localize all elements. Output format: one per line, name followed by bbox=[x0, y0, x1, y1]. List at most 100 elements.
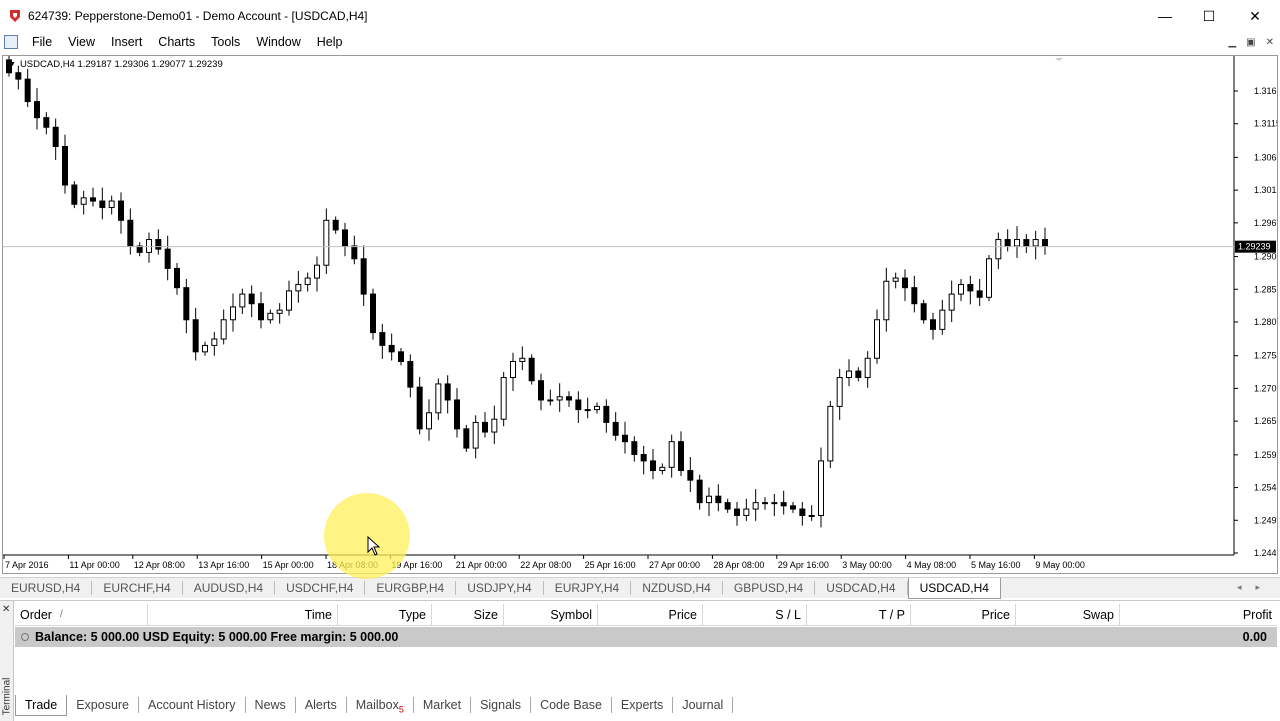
candle-body bbox=[62, 146, 68, 186]
tab-code-base[interactable]: Code Base bbox=[531, 697, 612, 713]
close-button[interactable]: ✕ bbox=[1232, 0, 1278, 32]
tab-usdcad-active[interactable]: USDCAD,H4 bbox=[907, 577, 1001, 599]
candle-body bbox=[1004, 239, 1011, 247]
col-type[interactable]: Type bbox=[338, 604, 432, 626]
chart-quote: USDCAD,H4 1.29187 1.29306 1.29077 1.2923… bbox=[19, 59, 223, 70]
maximize-button[interactable]: ☐ bbox=[1186, 0, 1232, 32]
candle-body bbox=[762, 502, 768, 505]
tab-account-history[interactable]: Account History bbox=[139, 697, 246, 713]
candle-body bbox=[108, 200, 115, 208]
candle-body bbox=[388, 344, 395, 353]
candle-body bbox=[248, 293, 255, 305]
candle-body bbox=[827, 405, 834, 462]
scroll-right-icon[interactable]: ▸ bbox=[1255, 582, 1260, 593]
candle-body bbox=[528, 357, 535, 382]
candle-body bbox=[323, 219, 330, 266]
menu-window[interactable]: Window bbox=[248, 32, 308, 52]
col-symbol[interactable]: Symbol bbox=[504, 604, 598, 626]
candle-body bbox=[435, 383, 442, 414]
sort-icon[interactable]: / bbox=[55, 604, 148, 626]
tab-trade[interactable]: Trade bbox=[15, 695, 68, 716]
col-current-price[interactable]: Price bbox=[911, 604, 1016, 626]
candle-body bbox=[202, 344, 208, 353]
price-label: 1.30630 bbox=[1254, 152, 1277, 162]
candle-body bbox=[174, 267, 180, 289]
candle-body bbox=[780, 502, 787, 507]
candle-body bbox=[538, 380, 544, 401]
time-label: 3 May 00:00 bbox=[842, 560, 892, 570]
tab-nzdusd[interactable]: NZDUSD,H4 bbox=[631, 581, 723, 595]
tab-news[interactable]: News bbox=[246, 697, 296, 713]
col-price[interactable]: Price bbox=[598, 604, 703, 626]
col-swap[interactable]: Swap bbox=[1016, 604, 1120, 626]
chart-window[interactable]: 1.31665 1.31155 1.30630 1.30120 1.29610 1.290… bbox=[2, 55, 1278, 574]
tab-eurjpy[interactable]: EURJPY,H4 bbox=[544, 581, 632, 595]
tab-signals[interactable]: Signals bbox=[471, 697, 532, 713]
price-label: 1.30120 bbox=[1254, 185, 1277, 195]
menu-insert[interactable]: Insert bbox=[103, 32, 150, 52]
col-size[interactable]: Size bbox=[432, 604, 504, 626]
price-label: 1.29610 bbox=[1254, 218, 1277, 228]
balance-profit: 0.00 bbox=[1242, 630, 1267, 644]
col-order[interactable]: Order bbox=[15, 604, 55, 626]
tab-scroll: ◂ ▸ bbox=[1237, 582, 1260, 593]
col-time[interactable]: Time bbox=[148, 604, 338, 626]
tab-gbpusd[interactable]: GBPUSD,H4 bbox=[723, 581, 816, 595]
mdi-minimize-button[interactable]: ▁ bbox=[1228, 37, 1236, 48]
mdi-restore-button[interactable]: ▣ bbox=[1246, 37, 1255, 48]
tab-usdchf[interactable]: USDCHF,H4 bbox=[275, 581, 366, 595]
tab-usdjpy[interactable]: USDJPY,H4 bbox=[456, 581, 544, 595]
candle-body bbox=[612, 421, 619, 436]
candle-body bbox=[220, 319, 227, 340]
time-label: 13 Apr 16:00 bbox=[198, 560, 249, 570]
candle-body bbox=[342, 229, 348, 247]
document-icon[interactable] bbox=[4, 35, 18, 49]
tab-eurusd[interactable]: EURUSD,H4 bbox=[0, 581, 93, 595]
tab-audusd[interactable]: AUDUSD,H4 bbox=[183, 581, 276, 595]
price-label: 1.27030 bbox=[1254, 383, 1277, 393]
tab-usdcad[interactable]: USDCAD,H4 bbox=[815, 581, 908, 595]
candle-body bbox=[995, 239, 1002, 260]
candle-body bbox=[155, 239, 162, 250]
menu-tools[interactable]: Tools bbox=[203, 32, 248, 52]
candle-body bbox=[80, 197, 87, 205]
menu-charts[interactable]: Charts bbox=[150, 32, 203, 52]
title-bar: 624739: Pepperstone-Demo01 - Demo Accoun… bbox=[0, 0, 1280, 32]
tab-eurgbp[interactable]: EURGBP,H4 bbox=[365, 581, 457, 595]
candle-body bbox=[267, 312, 274, 321]
menu-file[interactable]: File bbox=[24, 32, 60, 52]
tab-mailbox[interactable]: Mailbox5 bbox=[347, 697, 414, 715]
candlestick-chart[interactable]: 1.31665 1.31155 1.30630 1.30120 1.29610 1.290… bbox=[3, 56, 1277, 573]
candle-body bbox=[351, 245, 358, 260]
balance-row[interactable]: Balance: 5 000.00 USD Equity: 5 000.00 F… bbox=[15, 627, 1277, 647]
time-label: 4 May 08:00 bbox=[907, 560, 957, 570]
minimize-button[interactable]: — bbox=[1142, 0, 1188, 32]
tab-exposure[interactable]: Exposure bbox=[67, 697, 140, 713]
col-profit[interactable]: Profit bbox=[1120, 604, 1277, 626]
candle-body bbox=[808, 514, 815, 517]
price-label: 1.24975 bbox=[1254, 515, 1277, 525]
menu-view[interactable]: View bbox=[60, 32, 103, 52]
terminal-close-icon[interactable]: ✕ bbox=[2, 604, 10, 615]
tab-journal[interactable]: Journal bbox=[673, 697, 734, 713]
tab-alerts[interactable]: Alerts bbox=[296, 697, 347, 713]
scroll-left-icon[interactable]: ◂ bbox=[1237, 582, 1242, 593]
candle-body bbox=[24, 78, 31, 103]
menu-help[interactable]: Help bbox=[309, 32, 351, 52]
triangle-down-icon[interactable]: ▼ bbox=[9, 61, 16, 68]
col-sl[interactable]: S / L bbox=[703, 604, 807, 626]
balance-text: Balance: 5 000.00 USD Equity: 5 000.00 F… bbox=[35, 630, 399, 644]
candle-body bbox=[519, 357, 526, 362]
candle-body bbox=[902, 277, 908, 289]
tab-market[interactable]: Market bbox=[414, 697, 472, 713]
col-tp[interactable]: T / P bbox=[807, 604, 911, 626]
candle-body bbox=[939, 309, 946, 330]
candle-body bbox=[696, 479, 703, 504]
tab-eurchf[interactable]: EURCHF,H4 bbox=[92, 581, 183, 595]
time-label: 21 Apr 00:00 bbox=[456, 560, 507, 570]
candle-body bbox=[743, 508, 750, 516]
tab-experts[interactable]: Experts bbox=[612, 697, 674, 713]
mdi-close-button[interactable]: ✕ bbox=[1266, 37, 1274, 48]
candle-body bbox=[948, 293, 955, 311]
candle-body bbox=[650, 460, 656, 472]
